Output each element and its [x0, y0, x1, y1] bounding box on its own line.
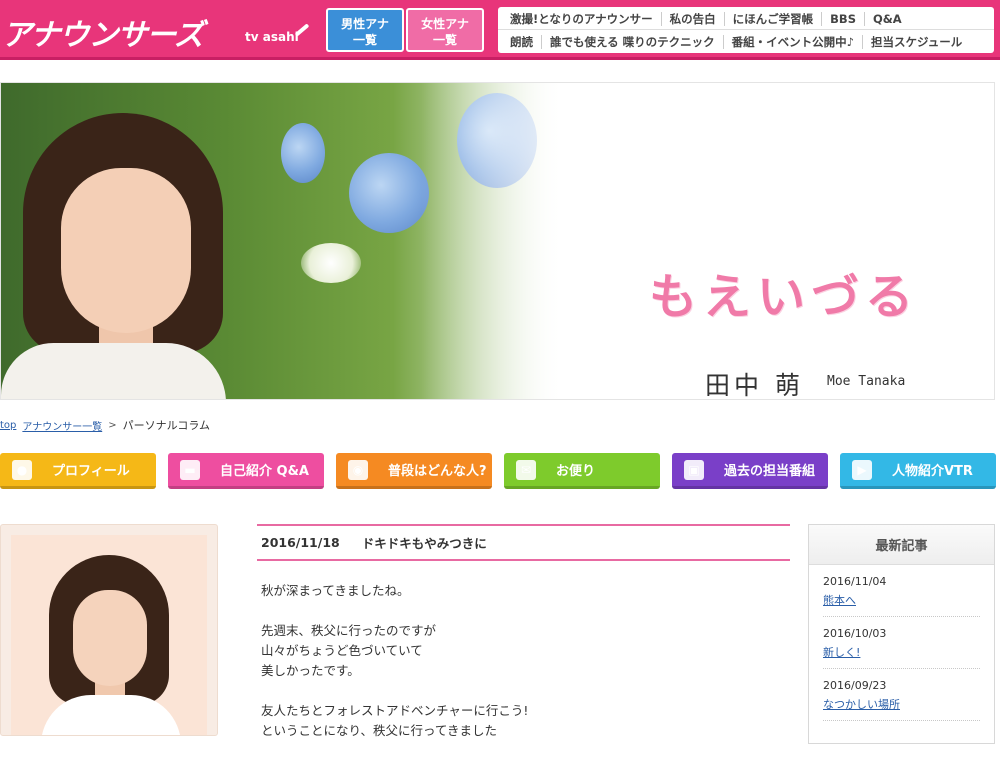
top-nav-row-1: 激撮!となりのアナウンサー 私の告白 にほんご学習帳 BBS Q&A [498, 8, 994, 30]
recent-article-date: 2016/09/23 [823, 679, 887, 692]
profile-photo-card [0, 524, 218, 736]
daily-life-button[interactable]: ◉ 普段はどんな人? [336, 453, 492, 489]
recent-article-item: 2016/09/23 なつかしい場所 [823, 669, 980, 721]
nav-technique[interactable]: 誰でも使える 喋りのテクニック [541, 35, 723, 49]
nav-bbs[interactable]: BBS [821, 11, 864, 26]
nav-kokuhaku[interactable]: 私の告白 [660, 11, 724, 26]
announcer-name: 田中 萌 [705, 371, 804, 400]
site-logo[interactable]: アナウンサーズ [2, 10, 204, 54]
profile-vtr-button[interactable]: ▶ 人物紹介VTR [840, 453, 996, 489]
profile-photo [11, 535, 207, 735]
column-title: もえいづる [649, 269, 920, 325]
recent-article-link[interactable]: 熊本へ [823, 592, 980, 608]
nav-schedule[interactable]: 担当スケジュール [862, 35, 970, 49]
breadcrumb-separator: > [108, 419, 117, 431]
video-icon: ▶ [852, 459, 872, 480]
nav-events[interactable]: 番組・イベント公開中♪ [722, 35, 862, 49]
top-nav-row-2: 朗読 誰でも使える 喋りのテクニック 番組・イベント公開中♪ 担当スケジュール [498, 31, 994, 53]
nav-qa[interactable]: Q&A [864, 11, 910, 26]
program-icon: ▣ [684, 459, 704, 480]
recent-article-date: 2016/11/04 [823, 575, 887, 588]
recent-articles-sidebar: 最新記事 2016/11/04 熊本へ 2016/10/03 新しく! 2016… [808, 524, 995, 744]
sidebar-heading: 最新記事 [809, 525, 994, 565]
recent-article-link[interactable]: 新しく! [823, 644, 980, 660]
pen-icon [294, 23, 310, 37]
self-intro-qa-button[interactable]: ▬ 自己紹介 Q&A [168, 453, 324, 489]
camera-icon: ◉ [348, 459, 368, 480]
breadcrumb-top-link[interactable]: top [0, 420, 16, 431]
white-flower [301, 243, 361, 283]
article-body: 秋が深まってきましたね。 先週末、秩父に行ったのですが 山々がちょうど色づいてい… [257, 561, 790, 741]
female-announcers-button[interactable]: 女性アナ 一覧 [406, 8, 484, 52]
article-header: 2016/11/18 ドキドキもやみつきに [257, 524, 790, 561]
nav-gekisatsu[interactable]: 激撮!となりのアナウンサー [498, 12, 661, 26]
breadcrumb: top アナウンサー一覧 > パーソナルコラム [0, 417, 210, 433]
recent-article-link[interactable]: なつかしい場所 [823, 696, 980, 712]
article-paragraph: 友人たちとフォレストアドベンチャーに行こう! ということになり、秩父に行ってきま… [261, 703, 529, 738]
person-icon: ● [12, 459, 32, 480]
recent-article-item: 2016/11/04 熊本へ [823, 565, 980, 617]
recent-article-date: 2016/10/03 [823, 627, 887, 640]
past-programs-button[interactable]: ▣ 過去の担当番組 [672, 453, 828, 489]
breadcrumb-announcer-list-link[interactable]: アナウンサー一覧 [22, 418, 102, 433]
mail-button[interactable]: ✉ お便り [504, 453, 660, 489]
announcer-name-en: Moe Tanaka [827, 374, 906, 389]
mail-icon: ✉ [516, 459, 536, 480]
hero-banner: もえいづる 田中 萌 Moe Tanaka [0, 82, 995, 400]
chat-icon: ▬ [180, 459, 200, 480]
article-date: 2016/11/18 [261, 535, 340, 550]
male-announcers-button[interactable]: 男性アナ 一覧 [326, 8, 404, 52]
hydrangea-flower [349, 153, 429, 233]
recent-article-item: 2016/10/03 新しく! [823, 617, 980, 669]
article-paragraph: 先週末、秩父に行ったのですが 山々がちょうど色づいていて 美しかったです。 [261, 623, 437, 678]
nav-roudoku[interactable]: 朗読 [498, 35, 541, 49]
nav-nihongo[interactable]: にほんご学習帳 [723, 11, 822, 26]
announcer-portrait [1, 113, 231, 399]
tv-asahi-logo[interactable]: tv asahi [245, 30, 299, 44]
breadcrumb-current: パーソナルコラム [122, 419, 211, 432]
hydrangea-flower [281, 123, 325, 183]
site-header: アナウンサーズ tv asahi 男性アナ 一覧 女性アナ 一覧 激撮!となりのアナ… [0, 0, 1000, 60]
profile-button[interactable]: ● プロフィール [0, 453, 156, 489]
article-paragraph: 秋が深まってきましたね。 [261, 583, 410, 598]
top-navigation: 激撮!となりのアナウンサー 私の告白 にほんご学習帳 BBS Q&A 朗読 誰で… [498, 7, 994, 53]
column-article: 2016/11/18 ドキドキもやみつきに 秋が深まってきましたね。 先週末、秩… [257, 524, 790, 761]
article-title: ドキドキもやみつきに [361, 536, 487, 551]
